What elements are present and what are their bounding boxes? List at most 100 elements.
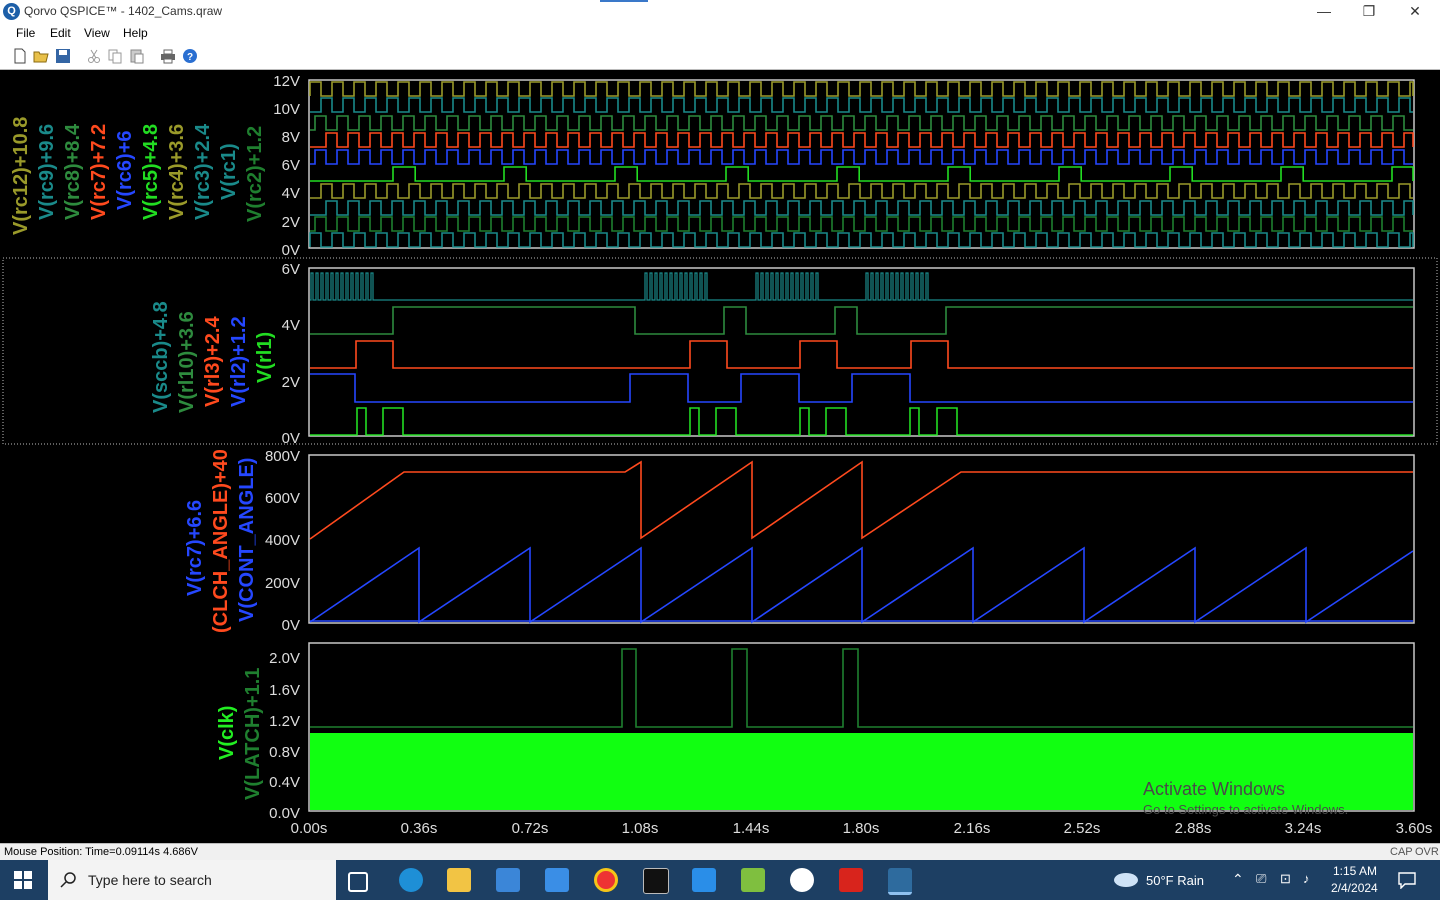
- trace-label[interactable]: V(rc4)+3.6: [166, 124, 188, 220]
- store-icon[interactable]: [496, 868, 520, 892]
- pane2-ytick: 4V: [282, 317, 300, 334]
- pane1-trace-8[interactable]: [310, 216, 1413, 232]
- toolbar: ?: [0, 44, 1440, 70]
- x-tick: 2.16s: [954, 820, 991, 837]
- menu-edit[interactable]: Edit: [50, 26, 71, 40]
- menu-view[interactable]: View: [84, 26, 110, 40]
- trace-label[interactable]: V(rl3)+2.4: [202, 316, 224, 407]
- taskbar-search[interactable]: Type here to search: [48, 860, 336, 900]
- trace-label[interactable]: V(rc12)+10.8: [10, 117, 32, 235]
- windows-start-icon[interactable]: [14, 871, 32, 889]
- trace-label[interactable]: V(CONT_ANGLE): [236, 458, 258, 622]
- search-icon: [60, 872, 76, 888]
- task-view-icon[interactable]: [348, 872, 368, 892]
- save-icon[interactable]: [55, 48, 71, 64]
- trace-label[interactable]: V(rl10)+3.6: [176, 311, 198, 413]
- volume-icon[interactable]: ♪: [1303, 871, 1310, 886]
- device-icon[interactable]: ⎚: [1256, 871, 1266, 887]
- trace-label[interactable]: V(rc9)+9.6: [36, 124, 58, 220]
- x-tick: 2.52s: [1064, 820, 1101, 837]
- taskbar: Type here to search 50°F Rain ⌃ ⎚ ⊡ ♪ 1:…: [0, 860, 1440, 900]
- pane-1[interactable]: 12V 10V 8V 6V 4V 2V 0V V(rc12)+10.8 V(rc…: [10, 73, 1415, 259]
- trace-label[interactable]: V(LATCH)+1.1: [242, 668, 264, 800]
- trace-label[interactable]: V(rc7)+7.2: [88, 124, 110, 220]
- acrobat-icon[interactable]: [839, 868, 863, 892]
- file-explorer-icon[interactable]: [447, 868, 471, 892]
- waveform-viewer[interactable]: 12V 10V 8V 6V 4V 2V 0V V(rc12)+10.8 V(rc…: [0, 70, 1440, 842]
- pane1-trace-2[interactable]: [310, 115, 1413, 131]
- pane4-trace-latch[interactable]: [310, 648, 1413, 728]
- trace-label[interactable]: V(rc5)+4.8: [140, 124, 162, 220]
- pane2-trace-rl2[interactable]: [310, 373, 1413, 403]
- weather-cloud-icon[interactable]: [1112, 870, 1140, 890]
- pane2-trace-sccb[interactable]: [310, 272, 1413, 301]
- restore-button[interactable]: ❐: [1346, 0, 1392, 24]
- x-tick: 0.72s: [512, 820, 549, 837]
- menu-file[interactable]: File: [16, 26, 35, 40]
- pane-3[interactable]: 800V 600V 400V 200V 0V V(rc7)+6.6 (CLCH_…: [184, 448, 1415, 634]
- trace-label[interactable]: V(rc1): [218, 143, 240, 200]
- pane2-trace-rl10[interactable]: [310, 306, 1413, 335]
- weather-text[interactable]: 50°F Rain: [1146, 873, 1204, 888]
- notifications-icon[interactable]: [1398, 871, 1416, 889]
- pane1-trace-9[interactable]: [309, 232, 1414, 248]
- trace-label[interactable]: V(rc3)+2.4: [192, 123, 214, 220]
- trace-label[interactable]: V(rl2)+1.2: [228, 316, 250, 407]
- help-icon[interactable]: ?: [182, 48, 198, 64]
- chrome-icon[interactable]: [594, 868, 618, 892]
- network-icon[interactable]: ⊡: [1280, 871, 1291, 887]
- pane2-ytick: 6V: [282, 261, 300, 278]
- pane3-ytick: 400V: [265, 532, 300, 549]
- notepad-icon[interactable]: [741, 868, 765, 892]
- trace-label[interactable]: V(rc2)+1.2: [244, 126, 266, 222]
- activate-windows-watermark: Activate Windows: [1143, 779, 1285, 799]
- trace-label[interactable]: V(rc7)+6.6: [184, 500, 206, 596]
- minimize-button[interactable]: —: [1301, 0, 1347, 24]
- x-tick: 3.24s: [1285, 820, 1322, 837]
- trace-label[interactable]: V(clk): [216, 706, 238, 760]
- clock-date[interactable]: 2/4/2024: [1331, 881, 1378, 895]
- copy-icon[interactable]: [107, 48, 123, 64]
- trace-label[interactable]: V(rc8)+8.4: [62, 123, 84, 220]
- mail-icon[interactable]: [545, 868, 569, 892]
- pane2-trace-rl1[interactable]: [310, 407, 1413, 436]
- open-folder-icon[interactable]: [33, 48, 49, 64]
- qspice-icon[interactable]: [790, 868, 814, 892]
- x-tick: 0.36s: [401, 820, 438, 837]
- pane2-ytick: 2V: [282, 374, 300, 391]
- trace-label[interactable]: V(rc6)+6: [114, 131, 136, 211]
- pane3-ytick: 800V: [265, 448, 300, 465]
- trace-label[interactable]: V(sccb)+4.8: [150, 301, 172, 413]
- x-tick: 1.80s: [843, 820, 880, 837]
- pane1-trace-4[interactable]: [310, 149, 1413, 165]
- pane1-trace-0[interactable]: [309, 81, 1414, 97]
- chevron-up-icon[interactable]: ⌃: [1232, 871, 1244, 888]
- trace-label[interactable]: V(rl1): [254, 332, 276, 383]
- pane1-trace-6[interactable]: [310, 183, 1413, 199]
- new-file-icon[interactable]: [12, 48, 28, 64]
- app-icon[interactable]: [888, 868, 912, 895]
- vscode-icon[interactable]: [692, 868, 716, 892]
- pane3-trace-clch[interactable]: [309, 460, 1413, 540]
- waveform-plot[interactable]: 12V 10V 8V 6V 4V 2V 0V V(rc12)+10.8 V(rc…: [0, 70, 1440, 842]
- pane1-trace-5[interactable]: [310, 166, 1414, 182]
- pane3-trace-cont-angle[interactable]: [309, 546, 1414, 624]
- trace-label[interactable]: (CLCH_ANGLE)+40: [210, 449, 232, 633]
- paste-icon[interactable]: [129, 48, 145, 64]
- cut-icon[interactable]: [86, 48, 102, 64]
- clock-time[interactable]: 1:15 AM: [1333, 864, 1377, 878]
- pane-2[interactable]: 6V 4V 2V 0V V(sccb)+4.8 V(rl10)+3.6 V(rl…: [150, 261, 1415, 447]
- close-button[interactable]: ✕: [1392, 0, 1438, 24]
- pane3-ytick: 200V: [265, 575, 300, 592]
- menu-help[interactable]: Help: [123, 26, 148, 40]
- edge-icon[interactable]: [399, 868, 423, 892]
- pane1-trace-7[interactable]: [310, 200, 1414, 216]
- pane1-ytick: 0V: [282, 242, 300, 259]
- pane4-ytick: 1.6V: [269, 682, 300, 699]
- terminal-icon[interactable]: [643, 868, 669, 894]
- pane1-trace-1[interactable]: [310, 97, 1413, 113]
- print-icon[interactable]: [160, 48, 176, 64]
- search-placeholder: Type here to search: [88, 872, 212, 888]
- pane2-trace-rl3[interactable]: [310, 340, 1413, 369]
- pane1-trace-3[interactable]: [310, 132, 1414, 148]
